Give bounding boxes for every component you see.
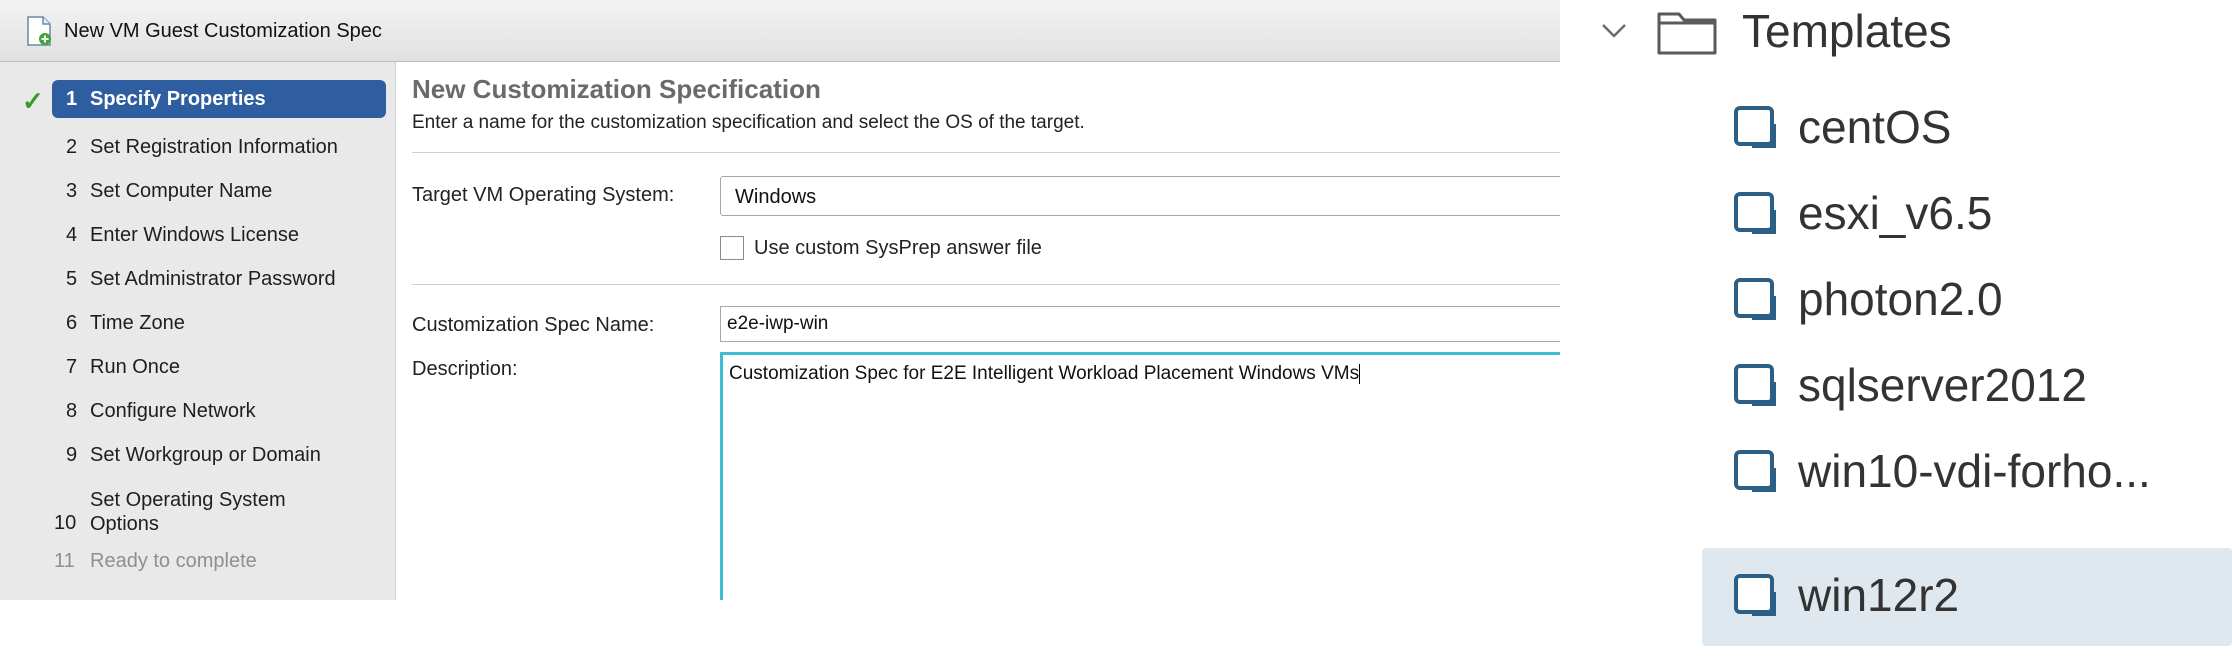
wizard-steps-nav: ✓ 1 Specify Properties 2 Set Registratio…: [0, 62, 396, 600]
step-label: Set Workgroup or Domain: [90, 444, 321, 466]
description-value: Customization Spec for E2E Intelligent W…: [729, 363, 1360, 384]
description-label: Description:: [412, 358, 518, 380]
step-label: Enter Windows License: [90, 224, 299, 246]
folder-icon: [1657, 12, 1717, 55]
step-number: 6: [66, 312, 78, 334]
vm-template-icon: [1734, 450, 1776, 492]
page-title: New Customization Specification: [412, 74, 821, 104]
step-configure-network[interactable]: 8 Configure Network: [0, 392, 396, 432]
spec-name-value: e2e-iwp-win: [727, 313, 829, 334]
step-label: Configure Network: [90, 400, 256, 422]
new-document-icon: [27, 16, 51, 46]
step-label: Ready to complete: [90, 550, 257, 572]
divider: [412, 152, 1560, 153]
page-description: Enter a name for the customization speci…: [412, 112, 1085, 133]
step-number: 5: [66, 268, 78, 290]
divider: [412, 284, 1560, 285]
step-set-workgroup-or-domain[interactable]: 9 Set Workgroup or Domain: [0, 436, 396, 476]
step-number: 7: [66, 356, 78, 378]
step-enter-windows-license[interactable]: 4 Enter Windows License: [0, 216, 396, 256]
step-number: 2: [66, 136, 78, 158]
step-number: 9: [66, 444, 78, 466]
sysprep-checkbox[interactable]: [720, 236, 744, 260]
step-label: Set Administrator Password: [90, 268, 336, 290]
tree-item-photon2-0[interactable]: photon2.0: [1580, 258, 2232, 348]
spec-name-input[interactable]: e2e-iwp-win: [720, 306, 1560, 342]
step-time-zone[interactable]: 6 Time Zone: [0, 304, 396, 344]
tree-item-label: win10-vdi-forho...: [1798, 445, 2151, 497]
tree-item-win12r2[interactable]: win12r2: [1702, 548, 2232, 646]
sysprep-checkbox-label[interactable]: Use custom SysPrep answer file: [754, 237, 1042, 260]
spec-name-label: Customization Spec Name:: [412, 314, 655, 336]
checkmark-icon: ✓: [22, 86, 44, 116]
tree-item-label: esxi_v6.5: [1798, 187, 1993, 239]
vm-template-icon: [1734, 364, 1776, 406]
step-label: Set Registration Information: [90, 136, 338, 158]
text-caret: [1359, 363, 1361, 384]
step-number: 3: [66, 180, 78, 202]
step-label: Specify Properties: [90, 88, 266, 110]
step-specify-properties[interactable]: 1 Specify Properties: [52, 80, 386, 118]
step-ready-to-complete: 11 Ready to complete: [0, 542, 396, 582]
target-os-label: Target VM Operating System:: [412, 184, 675, 206]
step-number: 8: [66, 400, 78, 422]
vm-template-icon: [1734, 278, 1776, 320]
step-set-registration-information[interactable]: 2 Set Registration Information: [0, 128, 396, 168]
tree-folder-label: Templates: [1742, 5, 1952, 57]
vm-template-icon: [1734, 192, 1776, 234]
wizard-titlebar: New VM Guest Customization Spec: [0, 0, 1560, 62]
templates-tree: Templates centOS esxi_v6.5 photon2.0 sql…: [1580, 0, 2232, 664]
tree-item-esxi-v6-5[interactable]: esxi_v6.5: [1580, 172, 2232, 262]
step-label: Set Computer Name: [90, 180, 273, 202]
tree-item-centos[interactable]: centOS: [1580, 86, 2232, 176]
tree-folder-templates[interactable]: Templates: [1580, 0, 2232, 90]
step-set-administrator-password[interactable]: 5 Set Administrator Password: [0, 260, 396, 300]
target-os-select[interactable]: Windows: [720, 176, 1560, 216]
step-set-computer-name[interactable]: 3 Set Computer Name: [0, 172, 396, 212]
tree-item-label: win12r2: [1798, 569, 1960, 621]
target-os-value: Windows: [735, 186, 817, 208]
step-label: Run Once: [90, 356, 181, 378]
wizard-content: New Customization Specification Enter a …: [412, 62, 1560, 600]
step-run-once[interactable]: 7 Run Once: [0, 348, 396, 388]
step-number: 11: [54, 550, 75, 572]
description-textarea[interactable]: Customization Spec for E2E Intelligent W…: [720, 352, 1560, 600]
vm-template-icon: [1734, 106, 1776, 148]
tree-item-label: sqlserver2012: [1798, 359, 2087, 411]
step-label: Time Zone: [90, 312, 185, 334]
tree-item-sqlserver2012[interactable]: sqlserver2012: [1580, 344, 2232, 434]
customization-wizard: New VM Guest Customization Spec ✓ 1 Spec…: [0, 0, 1560, 600]
tree-item-win10-vdi[interactable]: win10-vdi-forho...: [1580, 430, 2232, 520]
step-number: 10: [54, 512, 77, 534]
tree-item-label: photon2.0: [1798, 273, 2003, 325]
step-set-operating-system-options[interactable]: 10 Set Operating System Options: [0, 489, 396, 538]
vm-template-icon: [1734, 574, 1776, 616]
step-label: Set Operating System Options: [90, 489, 286, 535]
step-number: 1: [66, 88, 78, 110]
step-number: 4: [66, 224, 78, 246]
chevron-down-icon[interactable]: [1600, 16, 1628, 44]
wizard-title: New VM Guest Customization Spec: [64, 20, 382, 42]
tree-item-label: centOS: [1798, 101, 1952, 153]
